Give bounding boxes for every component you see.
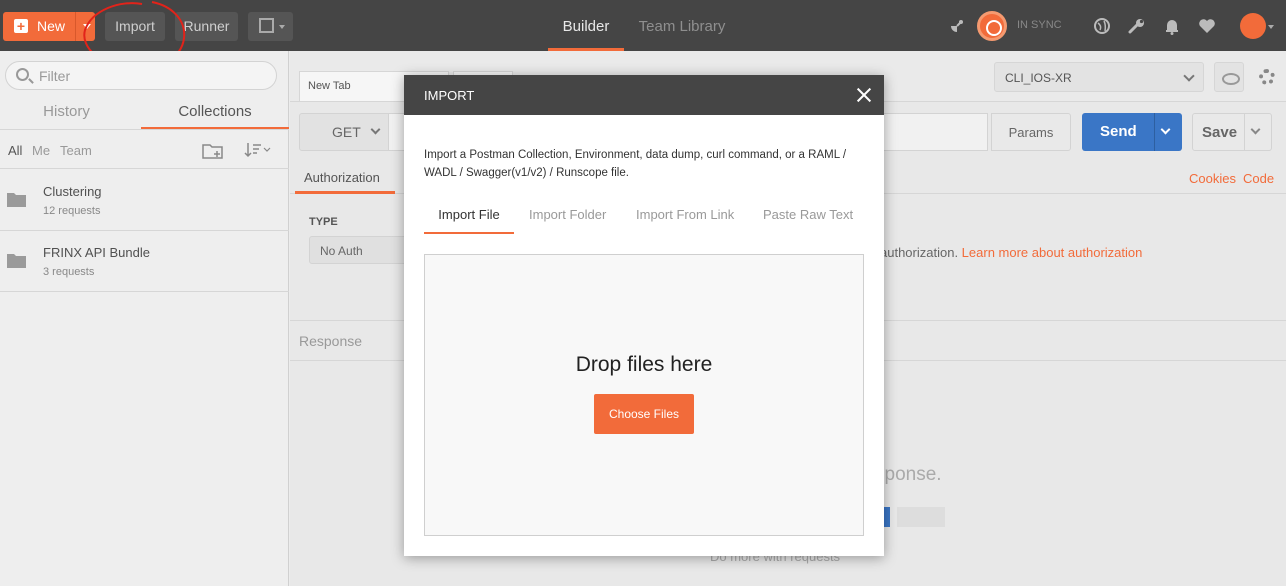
file-drop-zone[interactable]: Drop files here Choose Files bbox=[424, 254, 864, 536]
dialog-header: IMPORT bbox=[404, 75, 884, 115]
import-dialog: IMPORT Import a Postman Collection, Envi… bbox=[404, 75, 884, 556]
dialog-title: IMPORT bbox=[424, 88, 475, 103]
tab-import-from-link[interactable]: Import From Link bbox=[636, 207, 734, 234]
tab-import-folder[interactable]: Import Folder bbox=[529, 207, 606, 234]
tab-paste-raw-text[interactable]: Paste Raw Text bbox=[763, 207, 853, 234]
modal-overlay: IMPORT Import a Postman Collection, Envi… bbox=[0, 0, 1286, 586]
tab-import-file[interactable]: Import File bbox=[424, 207, 514, 234]
drop-files-text: Drop files here bbox=[575, 353, 713, 376]
close-icon[interactable] bbox=[856, 87, 872, 103]
choose-files-button[interactable]: Choose Files bbox=[594, 394, 694, 434]
dialog-description: Import a Postman Collection, Environment… bbox=[424, 149, 847, 179]
